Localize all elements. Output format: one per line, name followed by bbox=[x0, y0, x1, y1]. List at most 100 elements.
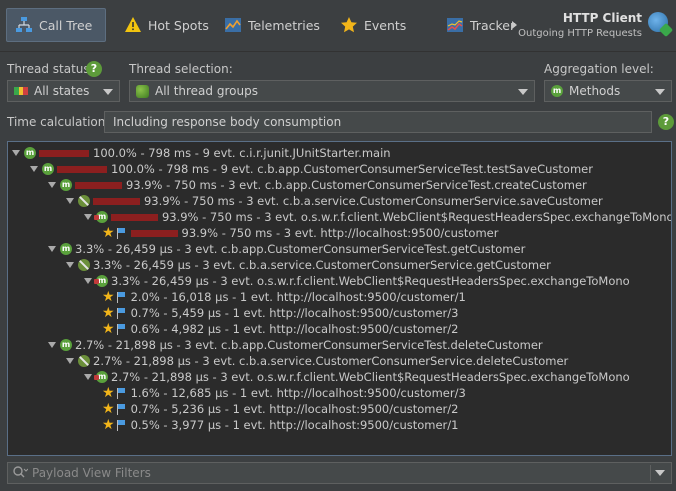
help-icon[interactable]: ? bbox=[658, 114, 674, 130]
expand-toggle-icon[interactable] bbox=[48, 342, 56, 348]
tab-label: Call Tree bbox=[39, 17, 93, 33]
help-icon[interactable]: ? bbox=[86, 61, 102, 77]
warning-icon bbox=[124, 16, 142, 34]
tab-label: Events bbox=[364, 17, 407, 33]
filtered-class-icon bbox=[78, 355, 90, 367]
tree-row-text: 93.9% - 750 ms - 3 evt. c.b.a.service.Cu… bbox=[143, 194, 603, 208]
tree-row[interactable]: 2.7% - 21,898 µs - 3 evt. c.b.a.service.… bbox=[66, 353, 568, 369]
tree-row[interactable]: m 100.0% - 798 ms - 9 evt. c.b.app.Custom… bbox=[30, 161, 593, 177]
tree-row[interactable]: ★ 1.6% - 12,685 µs - 1 evt. http://localh… bbox=[102, 385, 466, 401]
time-calculation-label: Time calculation: bbox=[7, 115, 110, 129]
expand-toggle-icon[interactable] bbox=[84, 374, 92, 380]
time-calculation-field[interactable]: Including response body consumption bbox=[104, 111, 652, 133]
call-tree[interactable]: m 100.0% - 798 ms - 9 evt. c.i.r.junit.JU… bbox=[7, 141, 672, 456]
tree-row[interactable]: ★ 93.9% - 750 ms - 3 evt. http://localhos… bbox=[102, 225, 498, 241]
event-star-icon: ★ bbox=[102, 417, 115, 433]
tree-row[interactable]: m 2.7% - 21,898 µs - 3 evt. c.b.app.Custo… bbox=[48, 337, 543, 353]
tree-row[interactable]: ★ 0.5% - 3,977 µs - 1 evt. http://localho… bbox=[102, 417, 458, 433]
tab-hot-spots[interactable]: Hot Spots bbox=[116, 8, 217, 42]
tree-row[interactable]: ★ 0.7% - 5,236 µs - 1 evt. http://localho… bbox=[102, 401, 458, 417]
chevron-down-icon bbox=[518, 89, 528, 95]
expand-toggle-icon[interactable] bbox=[12, 150, 20, 156]
tree-row[interactable]: m 3.3% - 26,459 µs - 3 evt. c.b.app.Custo… bbox=[48, 241, 525, 257]
tree-row-text: 2.7% - 21,898 µs - 3 evt. o.s.w.r.f.clie… bbox=[111, 370, 630, 384]
tree-row-text: 93.9% - 750 ms - 3 evt. o.s.w.r.f.client… bbox=[161, 210, 672, 224]
flag-icon bbox=[116, 387, 126, 399]
filtered-class-icon bbox=[78, 195, 90, 207]
tab-call-tree[interactable]: Call Tree bbox=[6, 8, 106, 42]
tree-row[interactable]: ★ 0.6% - 4,982 µs - 1 evt. http://localho… bbox=[102, 321, 458, 337]
expand-toggle-icon[interactable] bbox=[48, 246, 56, 252]
thread-group-icon bbox=[136, 84, 149, 98]
tracker-icon bbox=[446, 16, 464, 34]
flag-icon bbox=[116, 307, 126, 319]
call-tree-icon bbox=[15, 16, 33, 34]
tree-row-text: 0.6% - 4,982 µs - 1 evt. http://localhos… bbox=[130, 322, 459, 336]
event-star-icon: ★ bbox=[102, 321, 115, 337]
event-star-icon: ★ bbox=[102, 385, 115, 401]
globe-icon bbox=[648, 12, 668, 32]
telemetries-icon bbox=[224, 16, 242, 34]
tab-label: Tracker bbox=[470, 17, 516, 33]
probe-title: HTTP Client Outgoing HTTP Requests bbox=[518, 11, 642, 39]
probe-description: Outgoing HTTP Requests bbox=[518, 28, 642, 39]
search-icon bbox=[12, 465, 29, 482]
tree-row[interactable]: ★ 2.0% - 16,018 µs - 1 evt. http://localh… bbox=[102, 289, 466, 305]
tree-row[interactable]: m 93.9% - 750 ms - 3 evt. c.b.app.Custome… bbox=[48, 177, 587, 193]
thread-state-icon bbox=[14, 87, 29, 95]
expand-toggle-icon[interactable] bbox=[48, 182, 56, 188]
tree-row-text: 2.0% - 16,018 µs - 1 evt. http://localho… bbox=[130, 290, 466, 304]
tab-events[interactable]: Events bbox=[332, 8, 414, 42]
method-icon: m bbox=[94, 371, 108, 383]
tree-row-text: 0.7% - 5,236 µs - 1 evt. http://localhos… bbox=[130, 402, 459, 416]
expand-toggle-icon[interactable] bbox=[66, 198, 74, 204]
view-toolbar: Call Tree Hot Spots Telemetries Events T… bbox=[0, 0, 676, 52]
chevron-down-icon[interactable] bbox=[655, 470, 665, 476]
expand-toggle-icon[interactable] bbox=[66, 262, 74, 268]
tree-row[interactable]: m 100.0% - 798 ms - 9 evt. c.i.r.junit.JU… bbox=[12, 145, 391, 161]
aggregation-level-value: Methods bbox=[569, 84, 621, 98]
aggregation-level-select[interactable]: m Methods bbox=[544, 80, 672, 102]
thread-status-value: All states bbox=[34, 84, 90, 98]
method-icon: m bbox=[60, 243, 72, 255]
tree-row-text: 3.3% - 26,459 µs - 3 evt. c.b.a.service.… bbox=[93, 258, 551, 272]
event-star-icon: ★ bbox=[102, 401, 115, 417]
event-star-icon: ★ bbox=[102, 289, 115, 305]
more-tabs-arrow-icon[interactable] bbox=[512, 21, 517, 29]
tab-tracker[interactable]: Tracker bbox=[438, 8, 523, 42]
aggregation-level-label: Aggregation level: bbox=[544, 62, 654, 76]
time-bar bbox=[130, 229, 178, 237]
method-icon: m bbox=[94, 275, 108, 287]
flag-icon bbox=[116, 291, 126, 303]
expand-toggle-icon[interactable] bbox=[84, 278, 92, 284]
method-icon: m bbox=[42, 163, 54, 175]
payload-view-filter[interactable]: Payload View Filters bbox=[7, 462, 672, 484]
expand-toggle-icon[interactable] bbox=[66, 358, 74, 364]
expand-toggle-icon[interactable] bbox=[30, 166, 38, 172]
tree-row[interactable]: m 2.7% - 21,898 µs - 3 evt. o.s.w.r.f.cli… bbox=[84, 369, 630, 385]
thread-selection-label: Thread selection: bbox=[129, 62, 233, 76]
flag-icon bbox=[116, 323, 126, 335]
tree-row-text: 100.0% - 798 ms - 9 evt. c.b.app.Custome… bbox=[111, 162, 593, 176]
chevron-down-icon bbox=[103, 89, 113, 95]
method-icon: m bbox=[60, 339, 72, 351]
tree-row[interactable]: m 93.9% - 750 ms - 3 evt. o.s.w.r.f.clien… bbox=[84, 209, 672, 225]
star-icon bbox=[340, 16, 358, 34]
thread-status-label: Thread status: bbox=[7, 62, 94, 76]
probe-name: HTTP Client bbox=[562, 11, 642, 25]
tab-label: Telemetries bbox=[248, 17, 320, 33]
filter-placeholder: Payload View Filters bbox=[32, 466, 151, 480]
tree-row[interactable]: m 3.3% - 26,459 µs - 3 evt. o.s.w.r.f.cli… bbox=[84, 273, 630, 289]
tab-telemetries[interactable]: Telemetries bbox=[216, 8, 328, 42]
time-bar bbox=[57, 165, 107, 173]
thread-status-select[interactable]: All states bbox=[7, 80, 120, 102]
tree-row-text: 0.5% - 3,977 µs - 1 evt. http://localhos… bbox=[130, 418, 459, 432]
method-icon: m bbox=[24, 147, 36, 159]
thread-selection-select[interactable]: All thread groups bbox=[129, 80, 535, 102]
tree-row[interactable]: ★ 0.7% - 5,459 µs - 1 evt. http://localho… bbox=[102, 305, 458, 321]
tree-row[interactable]: 93.9% - 750 ms - 3 evt. c.b.a.service.Cu… bbox=[66, 193, 603, 209]
tree-row-text: 93.9% - 750 ms - 3 evt. c.b.app.Customer… bbox=[125, 178, 587, 192]
expand-toggle-icon[interactable] bbox=[84, 214, 92, 220]
method-icon: m bbox=[60, 179, 72, 191]
tree-row[interactable]: 3.3% - 26,459 µs - 3 evt. c.b.a.service.… bbox=[66, 257, 551, 273]
